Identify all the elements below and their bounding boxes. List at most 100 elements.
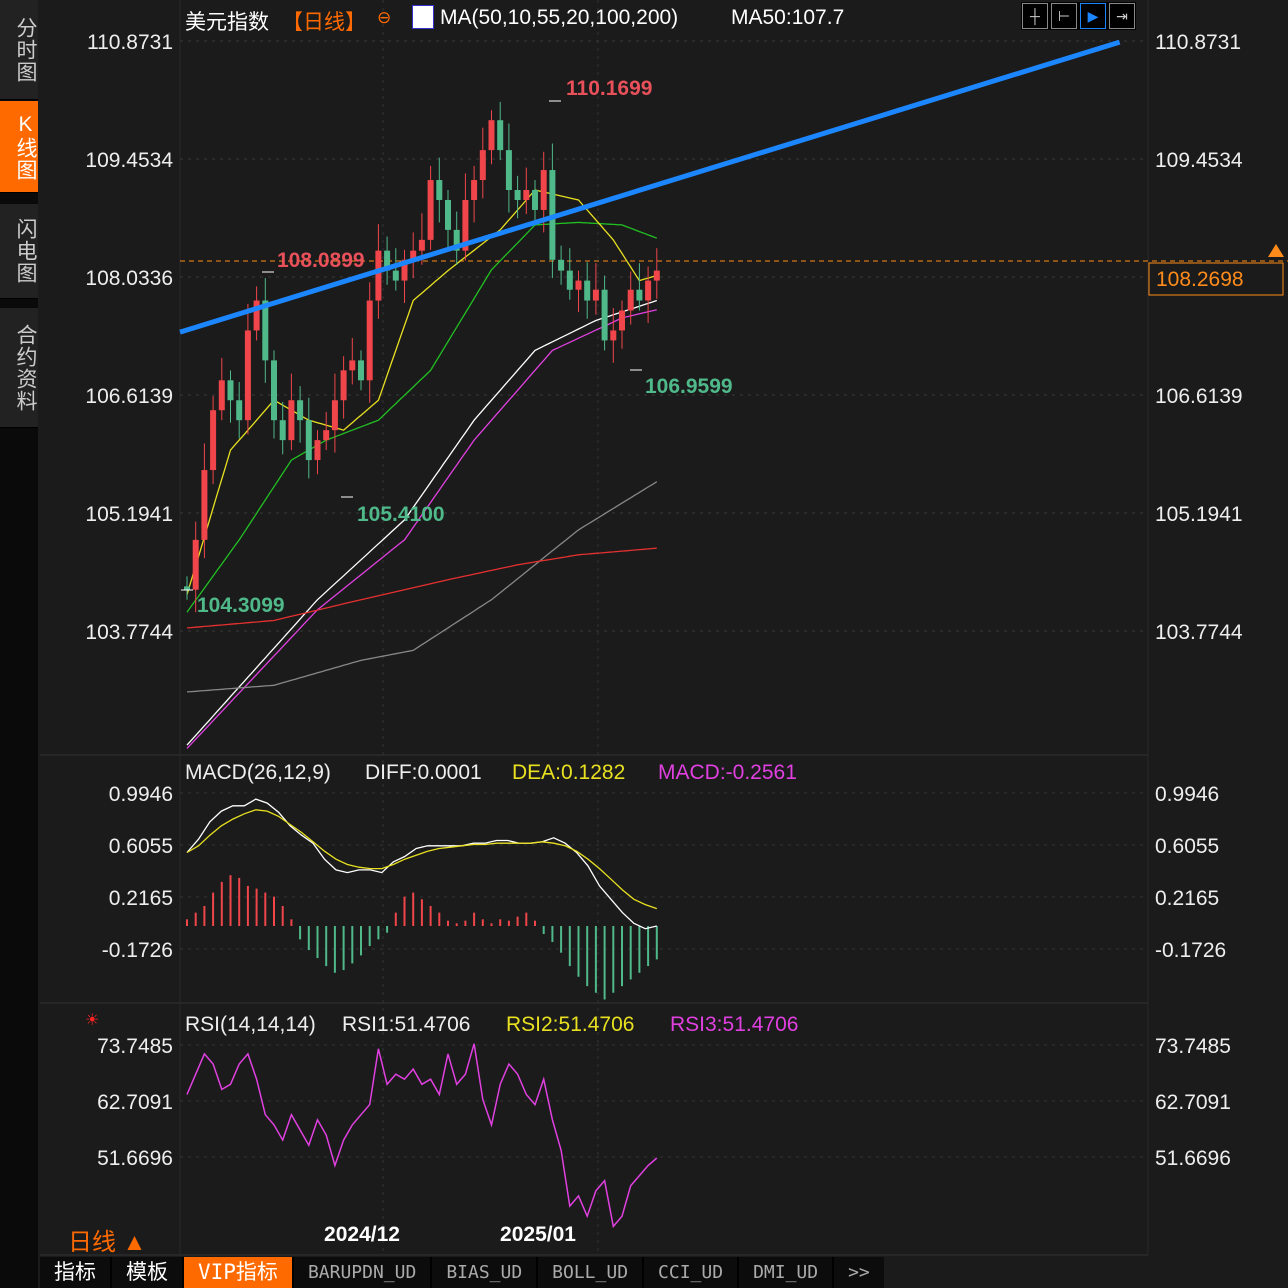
rsi3-value: RSI3:51.4706	[670, 1013, 798, 1036]
price-label-left: 109.4534	[85, 149, 173, 172]
date-label: 2025/01	[500, 1223, 576, 1246]
candle-body	[592, 289, 599, 301]
price-label-left: 103.7744	[85, 621, 173, 644]
price-annotation-mark1: 108.0899	[277, 249, 365, 272]
macd-axis-left: -0.1726	[102, 939, 173, 962]
candle-body	[314, 440, 321, 461]
tab-more[interactable]: >>	[834, 1257, 884, 1288]
candle-body	[514, 190, 521, 200]
candle-body	[279, 420, 286, 441]
price-annotation-low3: 106.9599	[645, 375, 733, 398]
rsi2-value: RSI2:51.4706	[506, 1013, 634, 1036]
candle-body	[192, 539, 199, 590]
macd-axis-left: 0.6055	[109, 835, 173, 858]
candle-body	[627, 289, 634, 311]
candle-body	[636, 289, 643, 301]
candle-body	[236, 400, 243, 421]
macd-dea: DEA:0.1282	[512, 761, 625, 784]
tab-barupdn[interactable]: BARUPDN_UD	[293, 1257, 431, 1288]
tab-templates[interactable]: 模板	[112, 1257, 182, 1288]
rsi-axis-right: 51.6696	[1155, 1147, 1231, 1170]
price-annotation-high: 110.1699	[566, 77, 652, 100]
candle-body	[227, 380, 234, 401]
candle-body	[184, 586, 190, 590]
tab-dmi[interactable]: DMI_UD	[739, 1257, 833, 1288]
period-switch[interactable]: 日线 ▲	[68, 1222, 146, 1257]
candle-body	[471, 180, 478, 200]
candle-body	[619, 310, 625, 331]
macd-axis-right: 0.9946	[1155, 783, 1219, 806]
tab-boll[interactable]: BOLL_UD	[538, 1257, 643, 1288]
candle-body	[340, 370, 347, 401]
price-label-left: 108.0336	[85, 267, 173, 290]
candle-body	[288, 400, 295, 441]
indicator-icon[interactable]	[412, 5, 434, 29]
candle-body	[392, 270, 399, 281]
candle-body	[445, 199, 451, 230]
candle-body	[297, 400, 304, 421]
candle-body	[418, 239, 425, 251]
price-annotation-low1: 105.4100	[357, 503, 445, 526]
candle-body	[323, 430, 330, 441]
price-label-right: 106.6139	[1155, 385, 1243, 408]
rsi1-value: RSI1:51.4706	[342, 1013, 470, 1036]
macd-axis-right: -0.1726	[1155, 939, 1226, 962]
macd-diff: DIFF:0.0001	[365, 761, 482, 784]
rsi-line	[186, 1043, 658, 1229]
chart-canvas[interactable]: 110.8731 110.8731 109.4534 109.4534 108.0336…	[0, 0, 1288, 1288]
candle-body	[436, 180, 443, 200]
candle-body	[244, 330, 251, 421]
candle-body	[375, 250, 382, 301]
candle-body	[358, 360, 364, 381]
toggle-icon[interactable]: ⊖	[377, 8, 391, 28]
candle-body	[523, 190, 530, 200]
rsi-axis-left: 73.7485	[97, 1035, 173, 1058]
tab-indicators[interactable]: 指标	[40, 1257, 110, 1288]
current-price-label: 108.2698	[1156, 268, 1244, 291]
settings-icon[interactable]: ☀	[85, 1010, 99, 1030]
ma-params: MA(50,10,55,20,100,200)	[440, 6, 679, 29]
candle-body	[201, 470, 208, 540]
candle-body	[584, 280, 591, 301]
price-label-left: 106.6139	[85, 385, 173, 408]
macd-axis-right: 0.6055	[1155, 835, 1219, 858]
current-price-marker	[1268, 244, 1284, 257]
candle-body	[610, 330, 617, 341]
candle-body	[566, 270, 573, 290]
tab-vip[interactable]: VIP指标	[184, 1257, 292, 1288]
candle-body	[253, 300, 260, 331]
range-icon[interactable]: ⊢	[1051, 3, 1077, 29]
candle-body	[366, 300, 373, 381]
tab-cci[interactable]: CCI_UD	[644, 1257, 738, 1288]
ma50-value: MA50:107.7	[731, 6, 845, 29]
candle-body	[575, 280, 582, 290]
period-label: 【日线】	[282, 11, 366, 34]
rsi-axis-right: 62.7091	[1155, 1091, 1231, 1114]
chart-toolbar: ┼ ⊢ ▶ ⇥	[1021, 2, 1136, 30]
macd-axis-left: 0.9946	[109, 783, 173, 806]
rsi-axis-right: 73.7485	[1155, 1035, 1231, 1058]
price-label-right: 105.1941	[1155, 503, 1243, 526]
candle-body	[349, 360, 356, 371]
candle-body	[505, 150, 512, 191]
price-annotation-low2: 104.3099	[197, 594, 285, 617]
forward-icon[interactable]: ⇥	[1109, 3, 1135, 29]
macd-label: MACD(26,12,9)	[185, 761, 331, 784]
candle-body	[645, 280, 652, 301]
play-icon[interactable]: ▶	[1080, 3, 1106, 29]
price-label-left: 105.1941	[85, 503, 173, 526]
indicator-tabs: 指标 模板 VIP指标 BARUPDN_UD BIAS_UD BOLL_UD C…	[40, 1257, 884, 1288]
rsi-axis-left: 51.6696	[97, 1147, 173, 1170]
price-label-left: 110.8731	[87, 31, 173, 54]
crosshair-icon[interactable]: ┼	[1022, 3, 1048, 29]
macd-axis-right: 0.2165	[1155, 887, 1219, 910]
candle-body	[532, 190, 538, 210]
tab-bias[interactable]: BIAS_UD	[432, 1257, 537, 1288]
rsi-axis-left: 62.7091	[97, 1091, 173, 1114]
moving-average-line	[186, 309, 657, 749]
candle-body	[479, 150, 486, 181]
macd-value: MACD:-0.2561	[658, 761, 797, 784]
candle-body	[262, 300, 269, 361]
candle-body	[305, 420, 312, 461]
macd-axis-left: 0.2165	[109, 887, 173, 910]
